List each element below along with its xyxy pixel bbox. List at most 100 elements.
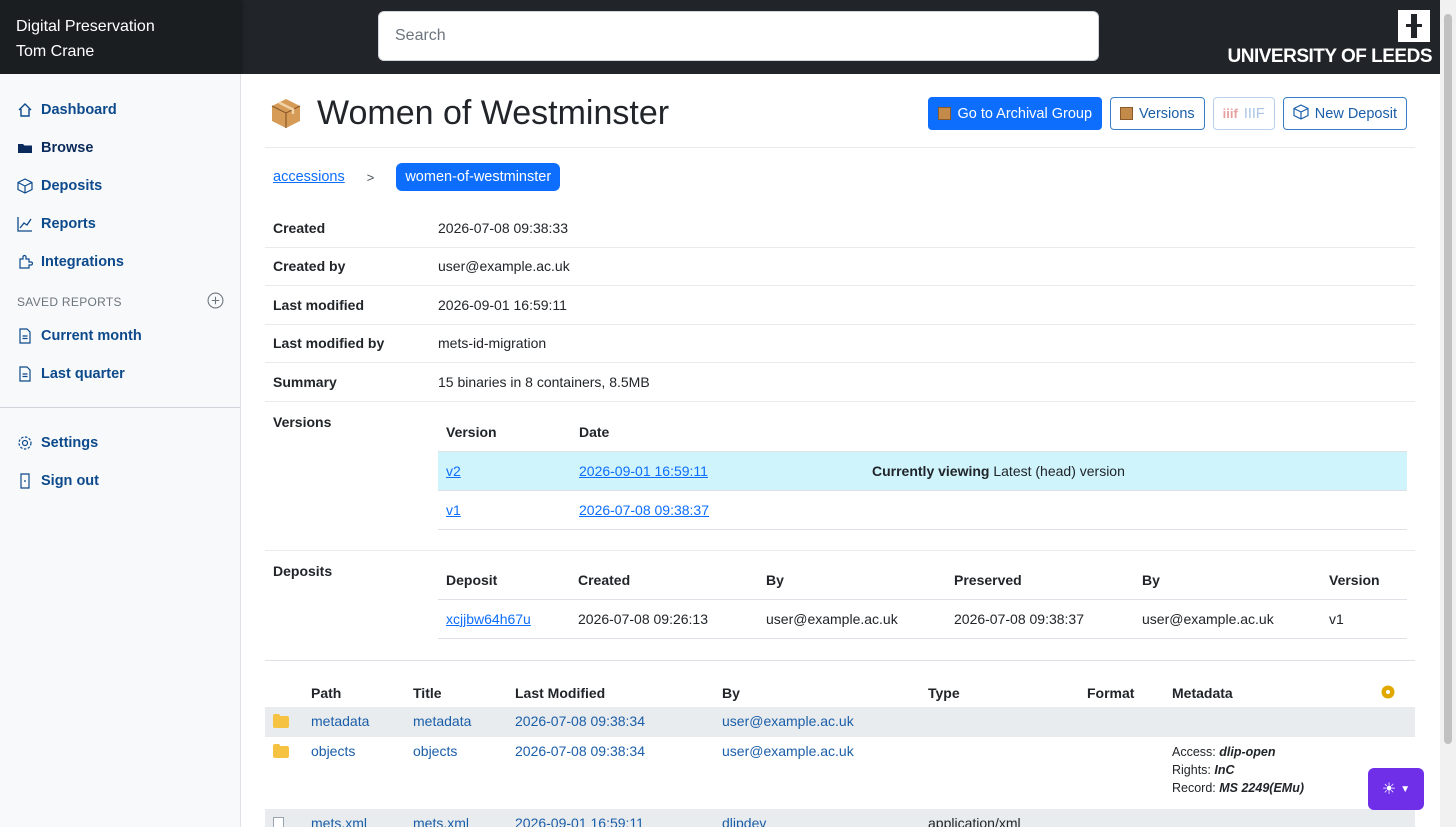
sidebar-item-integrations[interactable]: Integrations xyxy=(0,243,240,281)
deposit-link[interactable]: xcjjbw64h67u xyxy=(446,611,531,627)
metadata-rights: Rights: InC xyxy=(1172,761,1373,779)
box-icon xyxy=(16,177,34,195)
table-cell xyxy=(1373,809,1415,827)
title-link[interactable]: objects xyxy=(413,743,457,759)
table-row: mets.xml mets.xml 2026-09-01 16:59:11 dl… xyxy=(265,809,1415,827)
brand-user: Tom Crane xyxy=(16,43,95,60)
scrollbar[interactable] xyxy=(1440,0,1456,827)
property-row: Last modified by mets-id-migration xyxy=(265,325,1415,363)
sidebar-item-label: Settings xyxy=(41,435,99,451)
sidebar-item-settings[interactable]: Settings xyxy=(0,424,240,462)
iiif-button[interactable]: iiif IIIF xyxy=(1212,97,1275,130)
metadata-access: Access: dlip-open xyxy=(1172,743,1373,761)
new-deposit-button[interactable]: New Deposit xyxy=(1282,97,1407,130)
sidebar-item-label: Current month xyxy=(41,328,142,344)
table-row: metadata metadata 2026-07-08 09:38:34 us… xyxy=(265,707,1415,737)
version-status xyxy=(864,490,1407,530)
saved-reports-label: SAVED REPORTS xyxy=(17,295,122,309)
column-header: By xyxy=(758,562,946,600)
chart-line-icon xyxy=(16,215,34,233)
column-header: Type xyxy=(928,685,960,701)
modified-link[interactable]: 2026-07-08 09:38:34 xyxy=(515,743,645,759)
logo-text: UNIVERSITY OF LEEDS xyxy=(1227,46,1433,67)
by-link[interactable]: user@example.ac.uk xyxy=(722,713,854,729)
modified-link[interactable]: 2026-07-08 09:38:34 xyxy=(515,713,645,729)
button-label: IIIF xyxy=(1243,105,1265,122)
column-header: Version xyxy=(1321,562,1407,600)
sidebar-item-reports[interactable]: Reports xyxy=(0,205,240,243)
breadcrumb-current[interactable]: women-of-westminster xyxy=(396,163,561,191)
table-cell xyxy=(1164,707,1373,737)
button-label: Go to Archival Group xyxy=(957,105,1093,122)
sidebar-item-sign-out[interactable]: Sign out xyxy=(0,462,240,500)
metadata-cell: Access: dlip-open Rights: InC Record: MS… xyxy=(1164,737,1373,809)
package-icon xyxy=(1120,107,1134,120)
table-cell: application/xml xyxy=(920,809,1079,827)
version-date-link[interactable]: 2026-07-08 09:38:37 xyxy=(579,502,709,518)
table-cell xyxy=(1079,737,1164,809)
gear-icon xyxy=(16,434,34,452)
main-content: Women of Westminster Go to Archival Grou… xyxy=(241,74,1440,827)
column-header: Version xyxy=(438,414,571,452)
by-link[interactable]: user@example.ac.uk xyxy=(722,743,854,759)
metadata-value: MS 2249(EMu) xyxy=(1219,781,1304,795)
deposits-label: Deposits xyxy=(273,563,333,579)
breadcrumb-parent-link[interactable]: accessions xyxy=(273,169,345,185)
brand-title: Digital Preservation xyxy=(16,18,155,35)
table-cell xyxy=(920,737,1079,809)
top-bar: Digital Preservation Tom Crane UNIVERSIT… xyxy=(0,0,1440,74)
title-link[interactable]: mets.xml xyxy=(413,815,469,827)
deposits-section: Deposits Deposit Created By Preserved By… xyxy=(265,551,1415,661)
breadcrumb-separator: > xyxy=(366,169,375,185)
saved-report-last-quarter[interactable]: Last quarter xyxy=(0,355,240,393)
metadata-value: dlip-open xyxy=(1219,745,1276,759)
version-link[interactable]: v2 xyxy=(446,463,461,479)
path-link[interactable]: mets.xml xyxy=(311,815,367,827)
brand[interactable]: Digital Preservation Tom Crane xyxy=(0,0,240,74)
column-header: Deposit xyxy=(438,562,570,600)
sidebar-item-browse[interactable]: Browse xyxy=(0,129,240,167)
modified-link[interactable]: 2026-09-01 16:59:11 xyxy=(515,815,644,827)
saved-reports-heading: SAVED REPORTS xyxy=(0,287,240,317)
version-link[interactable]: v1 xyxy=(446,502,461,518)
property-row: Created 2026-07-08 09:38:33 xyxy=(265,209,1415,248)
property-row: Summary 15 binaries in 8 containers, 8.5… xyxy=(265,363,1415,402)
table-cell xyxy=(1373,707,1415,737)
table-cell: user@example.ac.uk xyxy=(1134,599,1321,639)
iiif-icon: iiif xyxy=(1222,106,1238,121)
version-date-link[interactable]: 2026-09-01 16:59:11 xyxy=(579,463,708,479)
table-cell: 2026-07-08 09:26:13 xyxy=(570,599,758,639)
property-key: Created xyxy=(273,219,326,236)
table-cell: user@example.ac.uk xyxy=(758,599,946,639)
theme-toggle-button[interactable]: ☀ ▼ xyxy=(1368,768,1424,810)
page-actions: Go to Archival Group Versions iiif IIIF … xyxy=(928,97,1407,130)
sidebar-item-dashboard[interactable]: Dashboard xyxy=(0,91,240,129)
path-link[interactable]: objects xyxy=(311,743,355,759)
table-cell xyxy=(920,707,1079,737)
status-bold: Currently viewing xyxy=(872,462,990,479)
saved-report-current-month[interactable]: Current month xyxy=(0,317,240,355)
property-value: user@example.ac.uk xyxy=(438,258,570,275)
versions-button[interactable]: Versions xyxy=(1110,97,1205,130)
path-link[interactable]: metadata xyxy=(311,713,369,729)
table-row: xcjjbw64h67u 2026-07-08 09:26:13 user@ex… xyxy=(438,599,1407,639)
add-report-icon[interactable] xyxy=(207,292,224,312)
property-key: Summary xyxy=(273,373,337,390)
property-key: Created by xyxy=(273,258,346,275)
property-value: 2026-09-01 16:59:11 xyxy=(438,296,567,313)
page-header: Women of Westminster Go to Archival Grou… xyxy=(265,92,1415,148)
title-link[interactable]: metadata xyxy=(413,713,471,729)
metadata-key: Record: xyxy=(1172,781,1220,795)
sidebar-item-deposits[interactable]: Deposits xyxy=(0,167,240,205)
metadata-record: Record: MS 2249(EMu) xyxy=(1172,779,1373,797)
table-row: v1 2026-07-08 09:38:37 xyxy=(438,490,1407,530)
by-link[interactable]: dlipdev xyxy=(722,815,766,827)
property-value: mets-id-migration xyxy=(438,335,547,352)
property-value: 2026-07-08 09:38:33 xyxy=(438,219,568,236)
property-row: Last modified 2026-09-01 16:59:11 xyxy=(265,286,1415,325)
go-to-archival-group-button[interactable]: Go to Archival Group xyxy=(928,97,1103,130)
column-header xyxy=(265,679,303,707)
university-logo[interactable]: UNIVERSITY OF LEEDS xyxy=(1228,8,1433,70)
search-input[interactable] xyxy=(378,11,1099,61)
scrollbar-thumb[interactable] xyxy=(1444,14,1452,744)
